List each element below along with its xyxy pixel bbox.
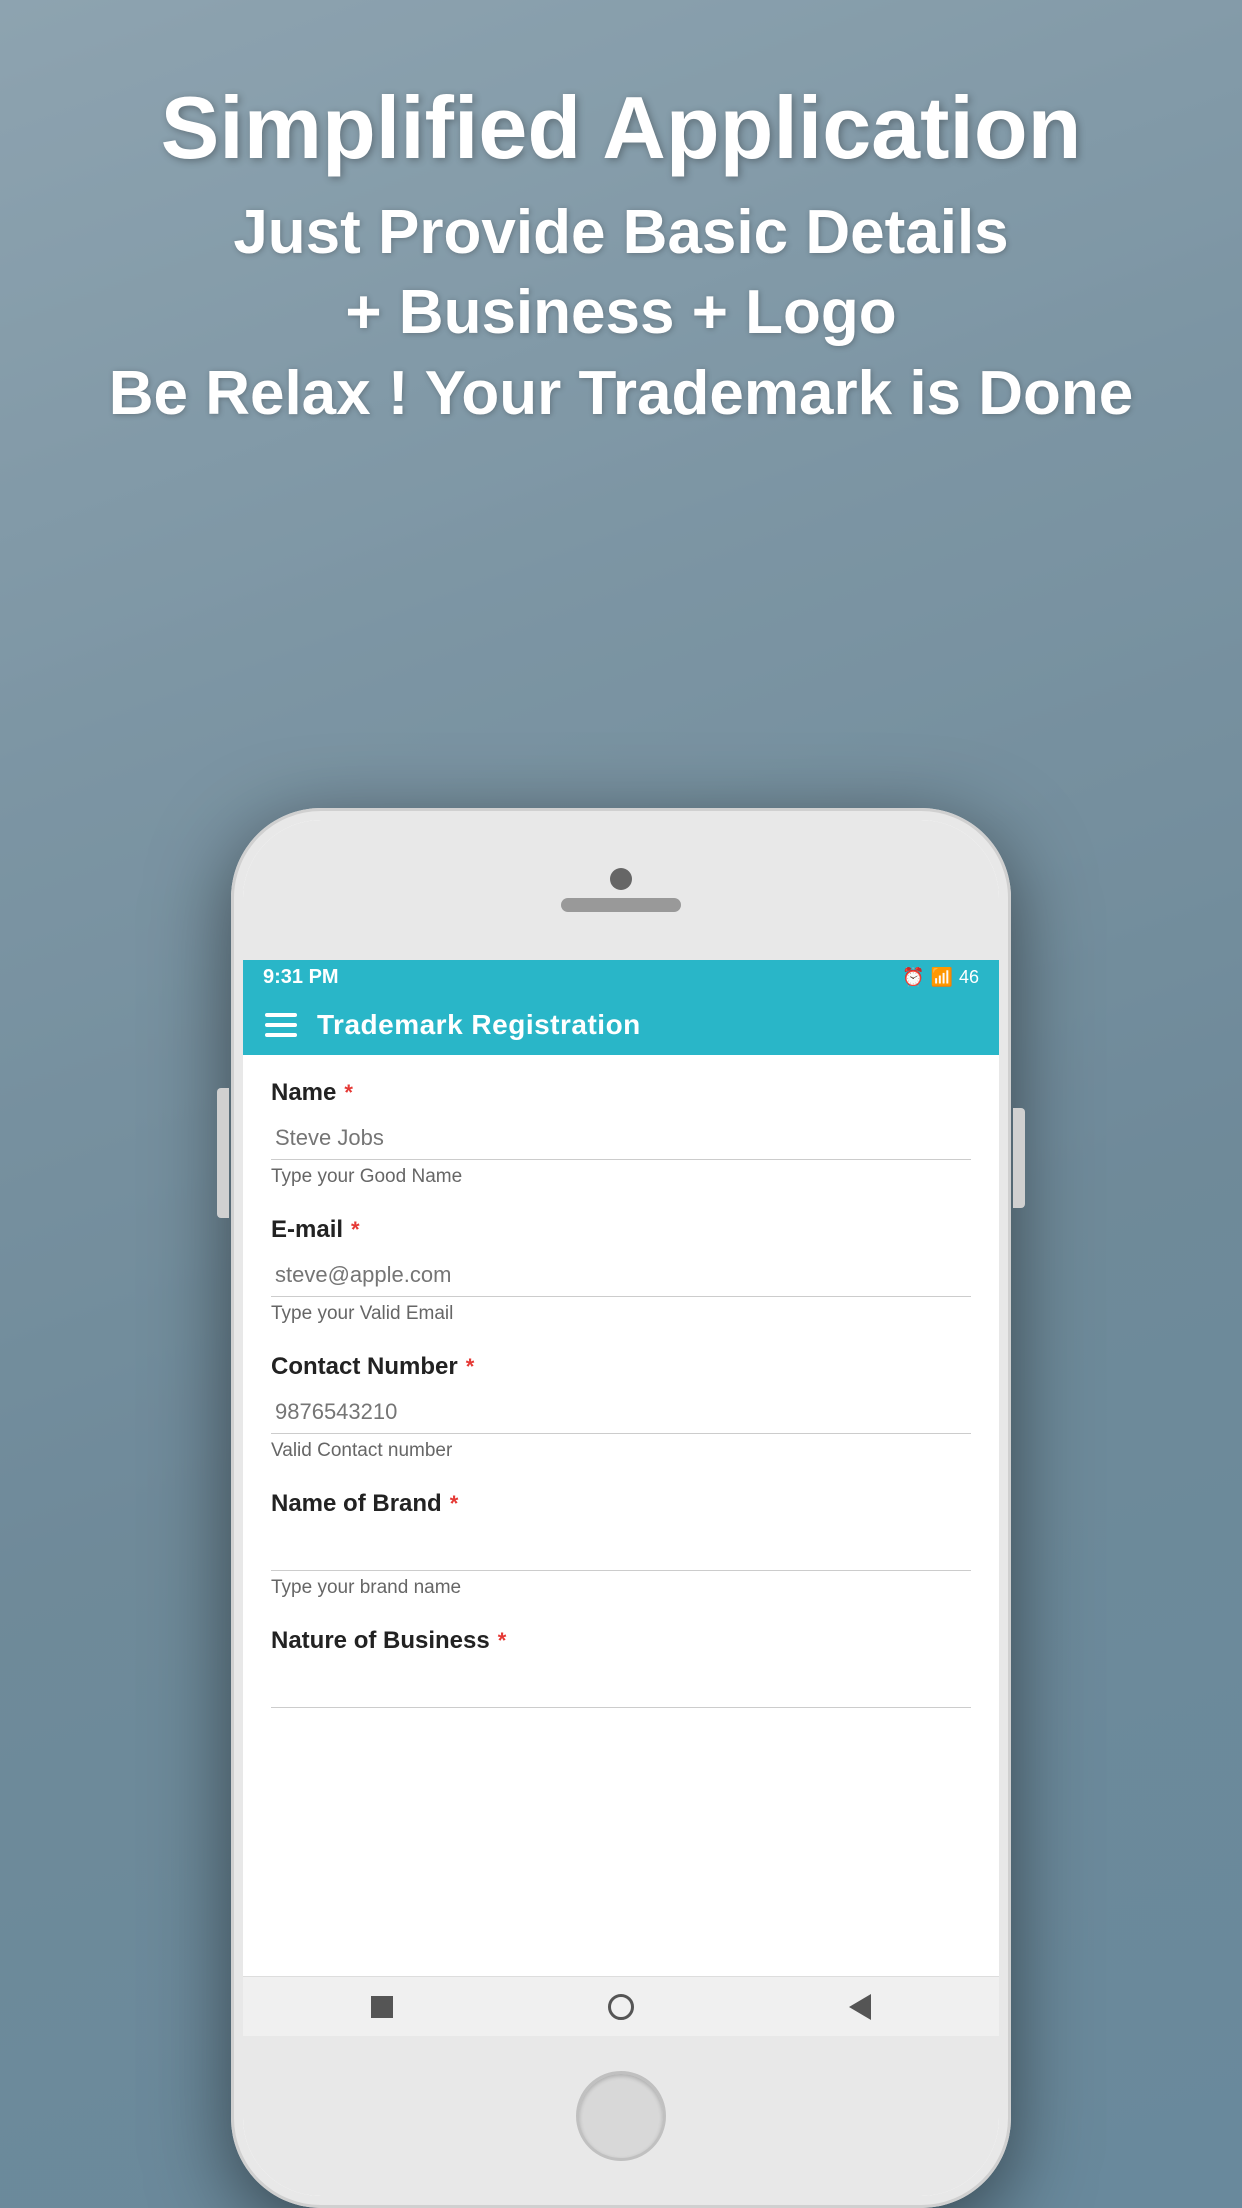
hero-title: Simplified Application xyxy=(40,80,1202,177)
email-input[interactable] xyxy=(271,1254,971,1297)
hero-section: Simplified Application Just Provide Basi… xyxy=(0,80,1242,435)
brand-label: Name of Brand * xyxy=(271,1490,971,1518)
stop-button[interactable] xyxy=(366,1991,398,2023)
form-group-brand: Name of Brand * Type your brand name xyxy=(271,1490,971,1599)
home-physical-button[interactable] xyxy=(576,2071,666,2161)
hero-line1: Just Provide Basic Details xyxy=(233,198,1008,267)
home-button[interactable] xyxy=(605,1991,637,2023)
hamburger-line1 xyxy=(265,1013,297,1017)
back-icon xyxy=(849,1994,871,2020)
form-content: Name * Type your Good Name E-mail * xyxy=(243,1055,999,2036)
email-required: * xyxy=(351,1217,360,1243)
brand-hint: Type your brand name xyxy=(271,1577,971,1599)
hamburger-line2 xyxy=(265,1023,297,1027)
brand-input[interactable] xyxy=(271,1528,971,1571)
form-group-email: E-mail * Type your Valid Email xyxy=(271,1216,971,1325)
alarm-icon: ⏰ xyxy=(902,967,924,988)
signal-icon: 📶 xyxy=(931,967,953,988)
hero-line3: Be Relax ! Your Trademark is Done xyxy=(109,359,1134,428)
stop-icon xyxy=(371,1996,393,2018)
home-icon xyxy=(608,1994,634,2020)
app-bar: Trademark Registration xyxy=(243,995,999,1055)
phone-speaker xyxy=(561,898,681,912)
hero-subtitle: Just Provide Basic Details + Business + … xyxy=(40,193,1202,435)
status-bar: 9:31 PM ⏰ 📶 46 xyxy=(243,960,999,995)
nav-bar xyxy=(243,1976,999,2036)
hero-line2: + Business + Logo xyxy=(345,278,896,347)
phone-inner: 9:31 PM ⏰ 📶 46 Trademark Registration xyxy=(243,820,999,2196)
business-input[interactable] xyxy=(271,1665,971,1708)
battery-icon: 46 xyxy=(959,967,979,988)
contact-required: * xyxy=(466,1354,475,1380)
phone-mockup: 9:31 PM ⏰ 📶 46 Trademark Registration xyxy=(231,808,1011,2208)
name-label: Name * xyxy=(271,1079,971,1107)
app-bar-title: Trademark Registration xyxy=(317,1009,641,1041)
phone-outer: 9:31 PM ⏰ 📶 46 Trademark Registration xyxy=(231,808,1011,2208)
name-required: * xyxy=(344,1080,353,1106)
front-camera xyxy=(610,868,632,890)
form-group-contact: Contact Number * Valid Contact number xyxy=(271,1353,971,1462)
form-group-business: Nature of Business * xyxy=(271,1627,971,1708)
back-button[interactable] xyxy=(844,1991,876,2023)
name-hint: Type your Good Name xyxy=(271,1166,971,1188)
hamburger-menu[interactable] xyxy=(265,1013,297,1037)
status-icons: ⏰ 📶 46 xyxy=(902,967,979,988)
contact-label: Contact Number * xyxy=(271,1353,971,1381)
phone-top-bezel xyxy=(243,820,999,960)
brand-required: * xyxy=(450,1491,459,1517)
contact-hint: Valid Contact number xyxy=(271,1440,971,1462)
name-input[interactable] xyxy=(271,1117,971,1160)
email-hint: Type your Valid Email xyxy=(271,1303,971,1325)
business-label: Nature of Business * xyxy=(271,1627,971,1655)
hamburger-line3 xyxy=(265,1033,297,1037)
phone-bottom-bezel xyxy=(243,2036,999,2196)
contact-input[interactable] xyxy=(271,1391,971,1434)
status-time: 9:31 PM xyxy=(263,966,339,989)
phone-screen: 9:31 PM ⏰ 📶 46 Trademark Registration xyxy=(243,960,999,2036)
business-required: * xyxy=(498,1628,507,1654)
form-group-name: Name * Type your Good Name xyxy=(271,1079,971,1188)
email-label: E-mail * xyxy=(271,1216,971,1244)
